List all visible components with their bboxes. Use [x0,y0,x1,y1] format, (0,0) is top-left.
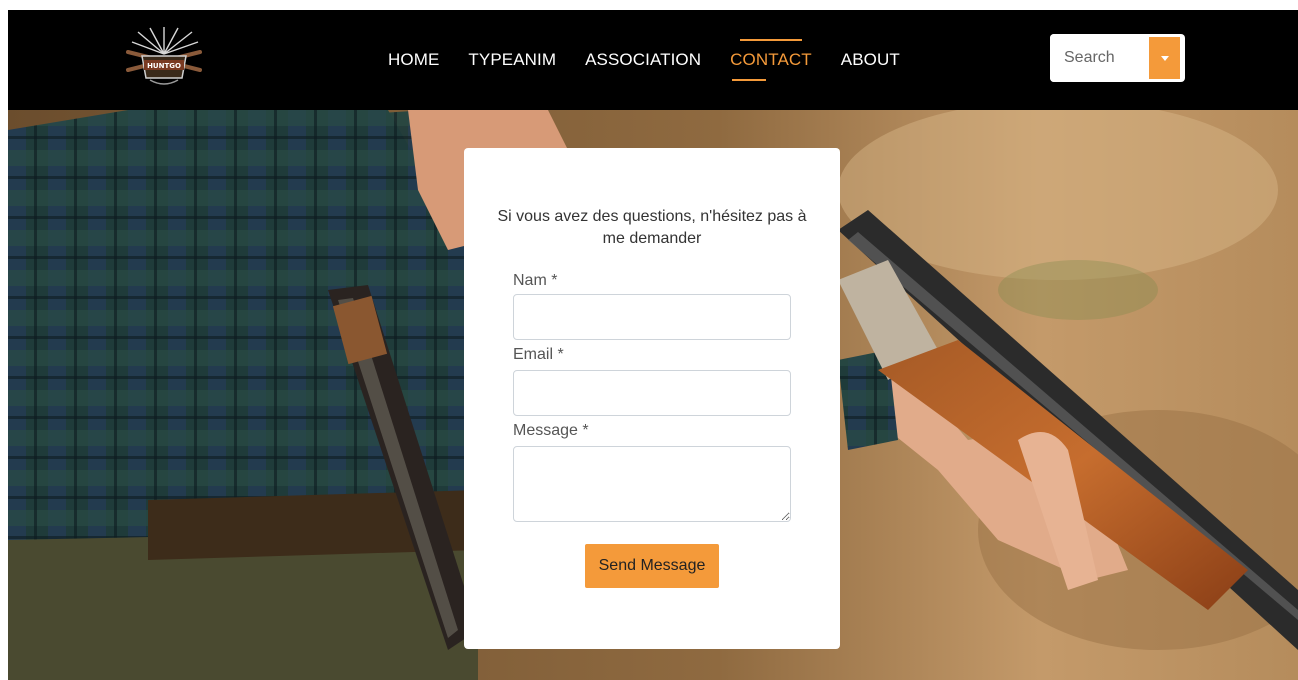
message-label: Message * [513,422,589,439]
caret-down-icon [1160,55,1169,61]
email-input[interactable] [513,370,791,416]
nav-link-home[interactable]: HOME [388,50,439,70]
send-message-button[interactable]: Send Message [585,544,719,588]
logo-text: HUNTGO [147,62,181,70]
search-dropdown-button[interactable] [1149,37,1180,79]
page: HUNTGO HOME TYPEANIM ASSOCIATION CONTACT… [0,0,1298,680]
nav-link-about[interactable]: ABOUT [841,50,900,70]
name-label: Nam * [513,272,558,289]
contact-form-heading: Si vous avez des questions, n'hésitez pa… [497,208,807,247]
search-input[interactable] [1050,34,1149,82]
brand-logo[interactable]: HUNTGO [120,26,208,90]
search-box [1050,34,1185,82]
nav-link-association[interactable]: ASSOCIATION [585,50,701,70]
email-label: Email * [513,346,564,363]
name-input[interactable] [513,294,791,340]
message-textarea[interactable] [513,446,791,522]
main-nav: HOME TYPEANIM ASSOCIATION CONTACT ABOUT [388,10,929,110]
navbar: HUNTGO HOME TYPEANIM ASSOCIATION CONTACT… [8,10,1298,110]
contact-form: Si vous avez des questions, n'hésitez pa… [464,148,840,649]
nav-link-contact[interactable]: CONTACT [730,39,812,81]
huntgo-logo-icon: HUNTGO [126,27,202,85]
nav-link-typeanim[interactable]: TYPEANIM [468,50,556,70]
